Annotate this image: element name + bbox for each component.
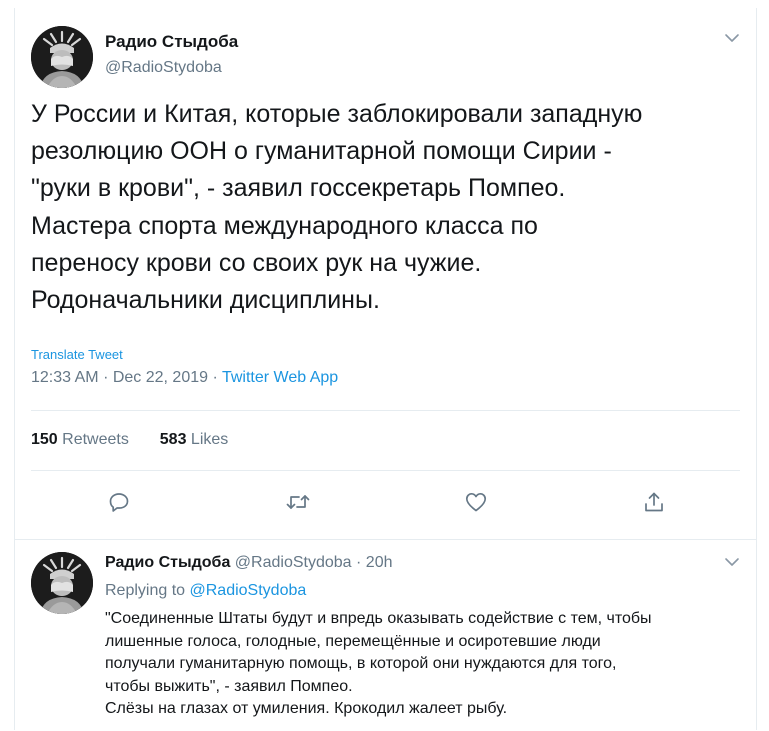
author-handle[interactable]: @RadioStydoba <box>105 59 222 77</box>
meta-separator: · <box>212 369 218 386</box>
divider <box>31 410 740 411</box>
tweet-actions <box>15 482 756 522</box>
reply-header: Радио Стыдоба @RadioStydoba · 20h <box>105 554 393 572</box>
retweets-count: 150 <box>31 431 58 448</box>
reply-text: "Соединенные Штаты будут и впредь оказыв… <box>105 610 652 717</box>
retweet-icon[interactable] <box>278 482 318 522</box>
tweet-thread: Радио Стыдоба @RadioStydoba У России и К… <box>14 8 757 730</box>
reply-icon[interactable] <box>99 482 139 522</box>
reply-tweet[interactable]: Радио Стыдоба @RadioStydoba · 20h Replyi… <box>15 539 756 731</box>
divider <box>31 470 740 471</box>
replying-to-label: Replying to <box>105 582 186 599</box>
like-icon[interactable] <box>456 482 496 522</box>
retweets-label: Retweets <box>62 431 129 448</box>
tweet-text: У России и Китая, которые заблокировали … <box>31 100 643 315</box>
statue-of-liberty-facepalm-image <box>31 552 93 614</box>
tweet-meta: 12:33 AM · Dec 22, 2019 · Twitter Web Ap… <box>31 369 338 387</box>
replying-to: Replying to @RadioStydoba <box>105 582 306 600</box>
main-tweet: Радио Стыдоба @RadioStydoba У России и К… <box>15 8 756 538</box>
chevron-down-icon[interactable] <box>722 552 742 572</box>
statue-of-liberty-facepalm-image <box>31 26 93 88</box>
tweet-source[interactable]: Twitter Web App <box>222 369 338 386</box>
chevron-down-icon[interactable] <box>722 28 742 48</box>
likes-label: Likes <box>190 431 229 448</box>
translate-tweet-link[interactable]: Translate Tweet <box>31 347 123 362</box>
avatar[interactable] <box>31 552 93 614</box>
meta-separator: · <box>103 369 109 386</box>
tweet-stats: 150 Retweets 583 Likes <box>31 431 228 449</box>
share-icon[interactable] <box>634 482 674 522</box>
tweet-time[interactable]: 12:33 AM <box>31 369 99 386</box>
likes-count: 583 <box>159 431 187 448</box>
retweets-stat[interactable]: 150 Retweets <box>31 431 129 448</box>
avatar[interactable] <box>31 26 93 88</box>
author-name[interactable]: Радио Стыдоба <box>105 32 238 52</box>
tweet-date[interactable]: Dec 22, 2019 <box>113 369 208 386</box>
replying-to-handle[interactable]: @RadioStydoba <box>190 582 307 599</box>
likes-stat[interactable]: 583 Likes <box>160 431 229 448</box>
reply-author-name[interactable]: Радио Стыдоба <box>105 554 230 571</box>
meta-separator: · <box>356 554 362 571</box>
reply-author-handle[interactable]: @RadioStydoba <box>235 554 352 571</box>
reply-time[interactable]: 20h <box>366 554 393 571</box>
